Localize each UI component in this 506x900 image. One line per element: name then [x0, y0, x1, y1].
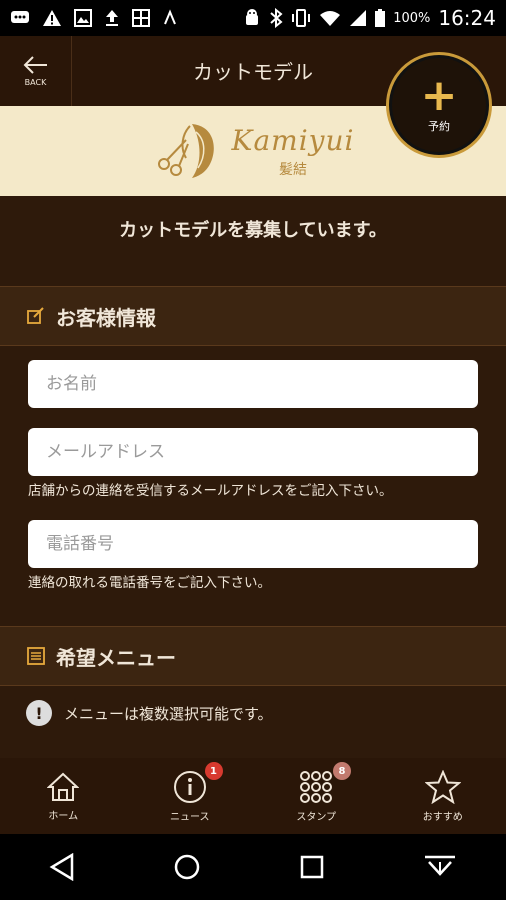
name-field[interactable] — [28, 360, 478, 408]
battery-percent: 100% — [393, 10, 431, 26]
plus-icon: + — [420, 70, 458, 121]
battery-icon — [375, 9, 386, 27]
customer-info-header: お客様情報 — [0, 286, 506, 346]
status-notifications — [10, 9, 178, 27]
nav-stamp-label: スタンプ — [296, 811, 337, 823]
bottom-nav: ホーム 1 ニュース 8 スタンプ おすすめ — [0, 758, 506, 834]
menu-section-header: 希望メニュー — [0, 626, 506, 686]
logo-wordmark: Kamiyui 髪結 — [232, 124, 355, 179]
edit-icon — [26, 306, 46, 326]
customer-form: 店舗からの連絡を受信するメールアドレスをご記入下さい。 連絡の取れる電話番号をご… — [0, 346, 506, 598]
hair-scissors-logo-icon — [157, 124, 214, 178]
image-icon — [74, 9, 92, 27]
reserve-fab-button[interactable]: + 予約 — [386, 52, 492, 158]
menu-notice-text: メニューは複数選択可能です。 — [64, 704, 273, 723]
list-icon — [26, 646, 46, 666]
wifi-icon — [320, 11, 341, 26]
status-bar: 100% 16:24 — [0, 0, 506, 36]
nav-home[interactable]: ホーム — [0, 758, 127, 834]
nav-stamp[interactable]: 8 スタンプ — [253, 758, 380, 834]
nav-recommend[interactable]: おすすめ — [380, 758, 506, 834]
logo-text: Kamiyui — [231, 123, 355, 157]
vibrate-icon — [292, 9, 311, 27]
email-field[interactable] — [28, 428, 478, 476]
reserve-label: 予約 — [428, 120, 450, 133]
grid-icon — [132, 9, 150, 27]
bluetooth-icon — [270, 8, 283, 28]
menu-notice: ! メニューは複数選択可能です。 — [0, 686, 506, 740]
stamp-badge: 8 — [333, 762, 351, 780]
android-icon — [246, 9, 259, 25]
signal-icon — [164, 9, 176, 25]
status-system: 100% 16:24 — [243, 6, 496, 30]
email-help-text: 店舗からの連絡を受信するメールアドレスをご記入下さい。 — [28, 483, 393, 499]
message-icon — [11, 11, 29, 23]
nav-news-label: ニュース — [170, 811, 210, 823]
clock: 16:24 — [438, 6, 496, 30]
phone-field[interactable] — [28, 520, 478, 568]
upload-icon — [106, 10, 118, 26]
recruit-headline: カットモデルを募集しています。 — [119, 220, 387, 241]
home-icon — [47, 772, 80, 801]
phone-help-text: 連絡の取れる電話番号をご記入下さい。 — [28, 575, 271, 591]
logo-kanji: 髪結 — [279, 161, 307, 178]
hide-keyboard-icon[interactable] — [423, 854, 457, 880]
nav-recommend-label: おすすめ — [422, 811, 463, 823]
news-badge: 1 — [204, 762, 223, 780]
main-content[interactable]: カットモデルを募集しています。 お客様情報 店舗からの連絡を受信するメールアドレ… — [0, 196, 506, 758]
menu-section-title: 希望メニュー — [56, 645, 176, 670]
customer-info-title: お客様情報 — [56, 305, 156, 330]
info-icon — [173, 770, 206, 803]
recents-square-icon[interactable] — [299, 854, 325, 880]
warning-icon — [43, 10, 61, 26]
nav-home-label: ホーム — [48, 810, 79, 822]
home-circle-icon[interactable] — [173, 853, 201, 881]
nav-news[interactable]: 1 ニュース — [127, 758, 254, 834]
cell-signal-icon — [350, 10, 367, 26]
info-circle-icon: ! — [26, 700, 52, 726]
back-triangle-icon[interactable] — [49, 853, 75, 881]
stamp-grid-icon — [300, 770, 333, 803]
system-nav-bar — [0, 834, 506, 900]
star-icon — [424, 769, 461, 804]
